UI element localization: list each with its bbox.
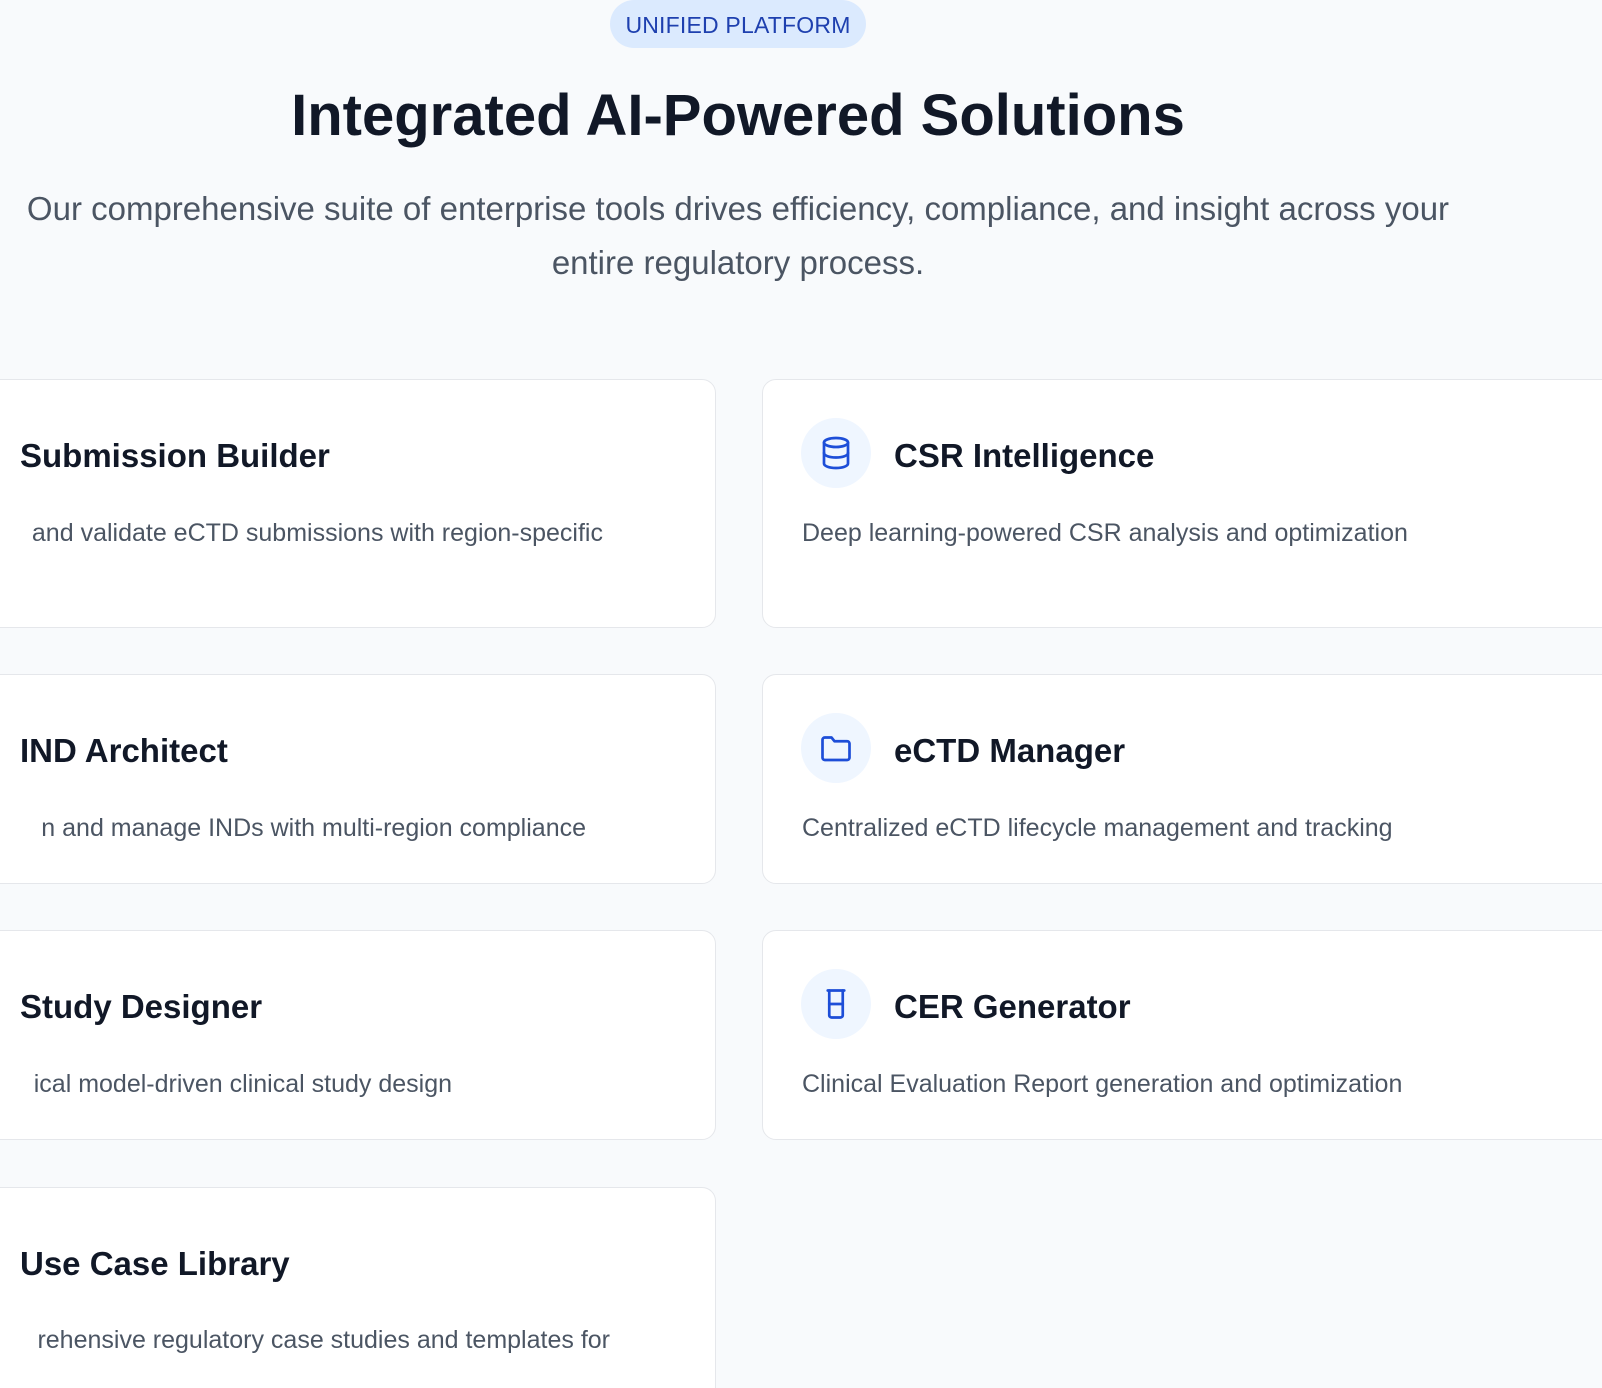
card-description: and validate eCTD submissions with regio…: [0, 514, 681, 590]
section-title: Integrated AI-Powered Solutions: [291, 83, 1185, 148]
card-description: Centralized eCTD lifecycle management an…: [802, 814, 1393, 842]
card-description-line-2: tion: [0, 552, 681, 590]
card-title: IND Architect: [20, 732, 228, 769]
card-title: CER Generator: [894, 988, 1131, 1025]
ectd-icon-badge: [801, 713, 871, 783]
card-title: Study Designer: [20, 988, 263, 1025]
beaker-icon: [826, 989, 846, 1019]
card-description: n and manage INDs with multi-region comp…: [41, 814, 586, 842]
folder-icon: [821, 736, 851, 762]
card-description-line-1: and validate eCTD submissions with regio…: [31, 519, 603, 547]
card-title: eCTD Manager: [894, 732, 1126, 769]
section-subtitle: Our comprehensive suite of enterprise to…: [26, 190, 1450, 281]
solutions-section: UNIFIED PLATFORM Integrated AI-Powered S…: [0, 0, 1602, 1388]
card-description: Deep learning-powered CSR analysis and o…: [802, 519, 1408, 547]
card-ind-architect[interactable]: IND Architect n and manage INDs with mul…: [0, 674, 716, 884]
unified-platform-badge: UNIFIED PLATFORM: [610, 0, 866, 48]
card-title: CSR Intelligence: [894, 437, 1155, 474]
csr-icon-badge: [801, 418, 871, 488]
card-title: Submission Builder: [20, 437, 330, 474]
card-ectd-manager[interactable]: eCTD Manager Centralized eCTD lifecycle …: [762, 674, 1602, 884]
card-submission-builder[interactable]: Submission Builder and validate eCTD sub…: [0, 379, 716, 628]
card-description: rehensive regulatory case studies and te…: [37, 1326, 610, 1354]
cer-icon-badge: [801, 969, 871, 1039]
card-description: Clinical Evaluation Report generation an…: [802, 1070, 1403, 1098]
card-use-case-library[interactable]: Use Case Library rehensive regulatory ca…: [0, 1187, 716, 1388]
card-csr-intelligence[interactable]: CSR Intelligence Deep learning-powered C…: [762, 379, 1602, 628]
card-study-designer[interactable]: Study Designer ical model-driven clinica…: [0, 930, 716, 1140]
card-title: Use Case Library: [20, 1245, 290, 1282]
database-icon: [822, 436, 850, 470]
card-description: ical model-driven clinical study design: [33, 1070, 452, 1098]
card-cer-generator[interactable]: CER Generator Clinical Evaluation Report…: [762, 930, 1602, 1140]
